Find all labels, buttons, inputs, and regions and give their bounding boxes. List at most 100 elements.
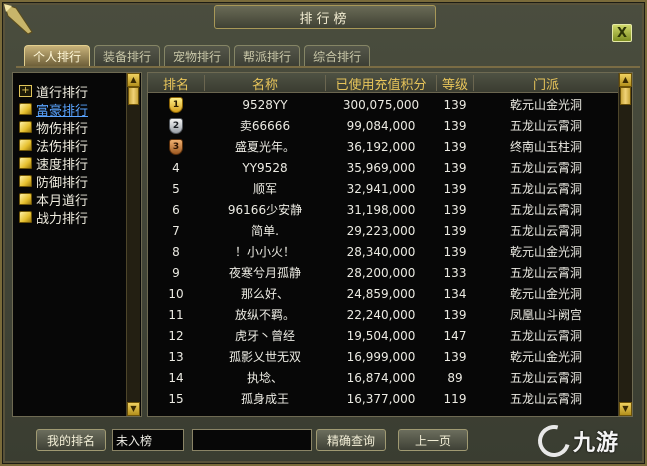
table-row[interactable]: 9 夜寒兮月孤静 28,200,000 133 五龙山云霄洞 xyxy=(148,262,632,283)
sidebar-item-power[interactable]: 战力排行 xyxy=(19,208,141,227)
cell-rank: 10 xyxy=(168,286,184,301)
table-row[interactable]: 10 那么好、 24,859,000 134 乾元山金光洞 xyxy=(148,283,632,304)
cell-score: 29,223,000 xyxy=(346,223,416,238)
cell-level: 139 xyxy=(443,118,467,133)
watermark-text: 九游 xyxy=(573,431,620,456)
rank-tabs: 个人排行 装备排行 宠物排行 帮派排行 综合排行 xyxy=(24,45,371,67)
cell-level: 139 xyxy=(443,160,467,175)
cell-rank: 6 xyxy=(172,202,180,217)
header-level: 等级 xyxy=(441,77,468,93)
search-input[interactable] xyxy=(192,429,312,451)
cell-name: 放纵不羁。 xyxy=(234,308,295,322)
sidebar-scrollbar[interactable]: ▲ ▼ xyxy=(126,73,140,416)
table-row[interactable]: 15 孤身成王 16,377,000 119 五龙山云霄洞 xyxy=(148,388,632,409)
cell-faction: 乾元山金光洞 xyxy=(509,287,582,301)
table-row[interactable]: 14 执埝、 16,874,000 89 五龙山云霄洞 xyxy=(148,367,632,388)
cell-name: 那么好、 xyxy=(240,287,289,301)
sidebar-item-speed[interactable]: 速度排行 xyxy=(19,154,141,173)
cell-rank: 3 xyxy=(148,136,204,157)
scroll-down-button[interactable]: ▼ xyxy=(619,402,632,416)
sidebar-item-wealth[interactable]: 富豪排行 xyxy=(19,100,141,119)
cell-faction: 五龙山云霄洞 xyxy=(509,161,582,175)
cell-rank: 2 xyxy=(148,115,204,136)
table-row[interactable]: 7 简单. 29,223,000 139 五龙山云霄洞 xyxy=(148,220,632,241)
table-row[interactable]: 13 孤影乂世无双 16,999,000 139 乾元山金光洞 xyxy=(148,346,632,367)
book-icon xyxy=(19,121,32,133)
cell-rank: 7 xyxy=(172,223,180,238)
category-sidebar: + 道行排行 富豪排行 物伤排行 法伤排行 速度排行 防御排行 本月道行 战力排… xyxy=(12,72,142,417)
cell-score: 16,874,000 xyxy=(346,370,416,385)
tab-guild[interactable]: 帮派排行 xyxy=(234,45,301,67)
cell-level: 133 xyxy=(443,265,467,280)
table-row[interactable]: 11 放纵不羁。 22,240,000 139 凤凰山斗阙宫 xyxy=(148,304,632,325)
cell-faction: 五龙山云霄洞 xyxy=(509,329,582,343)
scroll-down-button[interactable]: ▼ xyxy=(127,402,140,416)
cell-name: 顺军 xyxy=(252,182,277,196)
sidebar-item-label: 法伤排行 xyxy=(36,139,89,155)
gold-medal-icon: 1 xyxy=(169,96,183,113)
cell-score: 16,377,000 xyxy=(346,391,416,406)
table-row[interactable]: 5 顺军 32,941,000 139 五龙山云霄洞 xyxy=(148,178,632,199)
cell-name: 简单. xyxy=(251,224,279,238)
cell-score: 32,941,000 xyxy=(346,181,416,196)
tab-equipment[interactable]: 装备排行 xyxy=(94,45,161,67)
cell-level: 89 xyxy=(447,370,463,385)
exact-search-button[interactable]: 精确查询 xyxy=(316,429,386,451)
cell-faction: 乾元山金光洞 xyxy=(509,350,582,364)
cell-faction: 乾元山金光洞 xyxy=(509,245,582,259)
close-button[interactable]: X xyxy=(612,24,632,42)
tab-overall[interactable]: 综合排行 xyxy=(304,45,371,67)
table-row[interactable]: 2 卖66666 99,084,000 139 五龙山云霄洞 xyxy=(148,115,632,136)
my-rank-value: 未入榜 xyxy=(112,429,184,451)
cell-rank: 1 xyxy=(148,94,204,115)
cell-name: 执埝、 xyxy=(246,371,283,385)
table-row[interactable]: 12 虎牙丶曾经 19,504,000 147 五龙山云霄洞 xyxy=(148,325,632,346)
cell-score: 300,075,000 xyxy=(342,97,420,112)
sidebar-item-defense[interactable]: 防御排行 xyxy=(19,172,141,191)
table-row[interactable]: 6 96166少安静 31,198,000 139 五龙山云霄洞 xyxy=(148,199,632,220)
cell-score: 19,504,000 xyxy=(346,328,416,343)
sidebar-item-physical[interactable]: 物伤排行 xyxy=(19,118,141,137)
prev-page-button[interactable]: 上一页 xyxy=(398,429,468,451)
my-rank-button[interactable]: 我的排名 xyxy=(36,429,106,451)
tab-personal[interactable]: 个人排行 xyxy=(24,45,91,67)
scroll-thumb[interactable] xyxy=(128,87,139,105)
cell-level: 134 xyxy=(443,286,467,301)
nine-game-logo-icon xyxy=(532,419,576,463)
sidebar-item-label: 本月道行 xyxy=(36,193,89,209)
scroll-up-button[interactable]: ▲ xyxy=(619,73,632,87)
table-row[interactable]: 4 YY9528 35,969,000 139 五龙山云霄洞 xyxy=(148,157,632,178)
sidebar-item-label: 防御排行 xyxy=(36,175,89,191)
cell-rank: 9 xyxy=(172,265,180,280)
book-icon xyxy=(19,157,32,169)
cell-level: 139 xyxy=(443,244,467,259)
table-row[interactable]: 3 盛夏光年。 36,192,000 139 终南山玉柱洞 xyxy=(148,136,632,157)
bronze-medal-icon: 3 xyxy=(169,138,183,155)
sidebar-item-dao[interactable]: + 道行排行 xyxy=(19,82,141,101)
sidebar-item-magic[interactable]: 法伤排行 xyxy=(19,136,141,155)
scroll-thumb[interactable] xyxy=(620,87,631,105)
cell-score: 31,198,000 xyxy=(346,202,416,217)
cell-name: 孤影乂世无双 xyxy=(228,350,301,364)
cell-rank: 4 xyxy=(172,160,180,175)
scroll-up-button[interactable]: ▲ xyxy=(127,73,140,87)
silver-medal-icon: 2 xyxy=(169,117,183,134)
cell-rank: 14 xyxy=(168,370,184,385)
header-faction: 门派 xyxy=(532,77,559,93)
cell-faction: 凤凰山斗阙宫 xyxy=(509,308,582,322)
cell-faction: 乾元山金光洞 xyxy=(509,98,582,112)
table-row[interactable]: 8 ！小小火！ 28,340,000 139 乾元山金光洞 xyxy=(148,241,632,262)
watermark: 九游 xyxy=(532,417,646,465)
table-scrollbar[interactable]: ▲ ▼ xyxy=(618,73,632,416)
ranking-window: 排行榜 X 个人排行 装备排行 宠物排行 帮派排行 综合排行 + 道行排行 富豪… xyxy=(0,0,647,466)
tab-pet[interactable]: 宠物排行 xyxy=(164,45,231,67)
cell-faction: 五龙山云霄洞 xyxy=(509,119,582,133)
cell-score: 36,192,000 xyxy=(346,139,416,154)
table-row[interactable]: 1 9528YY 300,075,000 139 乾元山金光洞 xyxy=(148,94,632,115)
book-icon xyxy=(19,211,32,223)
book-icon xyxy=(19,103,32,115)
cell-name: 夜寒兮月孤静 xyxy=(228,266,301,280)
header-score: 已使用充值积分 xyxy=(335,77,427,93)
sidebar-item-monthly-dao[interactable]: 本月道行 xyxy=(19,190,141,209)
cell-faction: 五龙山云霄洞 xyxy=(509,392,582,406)
